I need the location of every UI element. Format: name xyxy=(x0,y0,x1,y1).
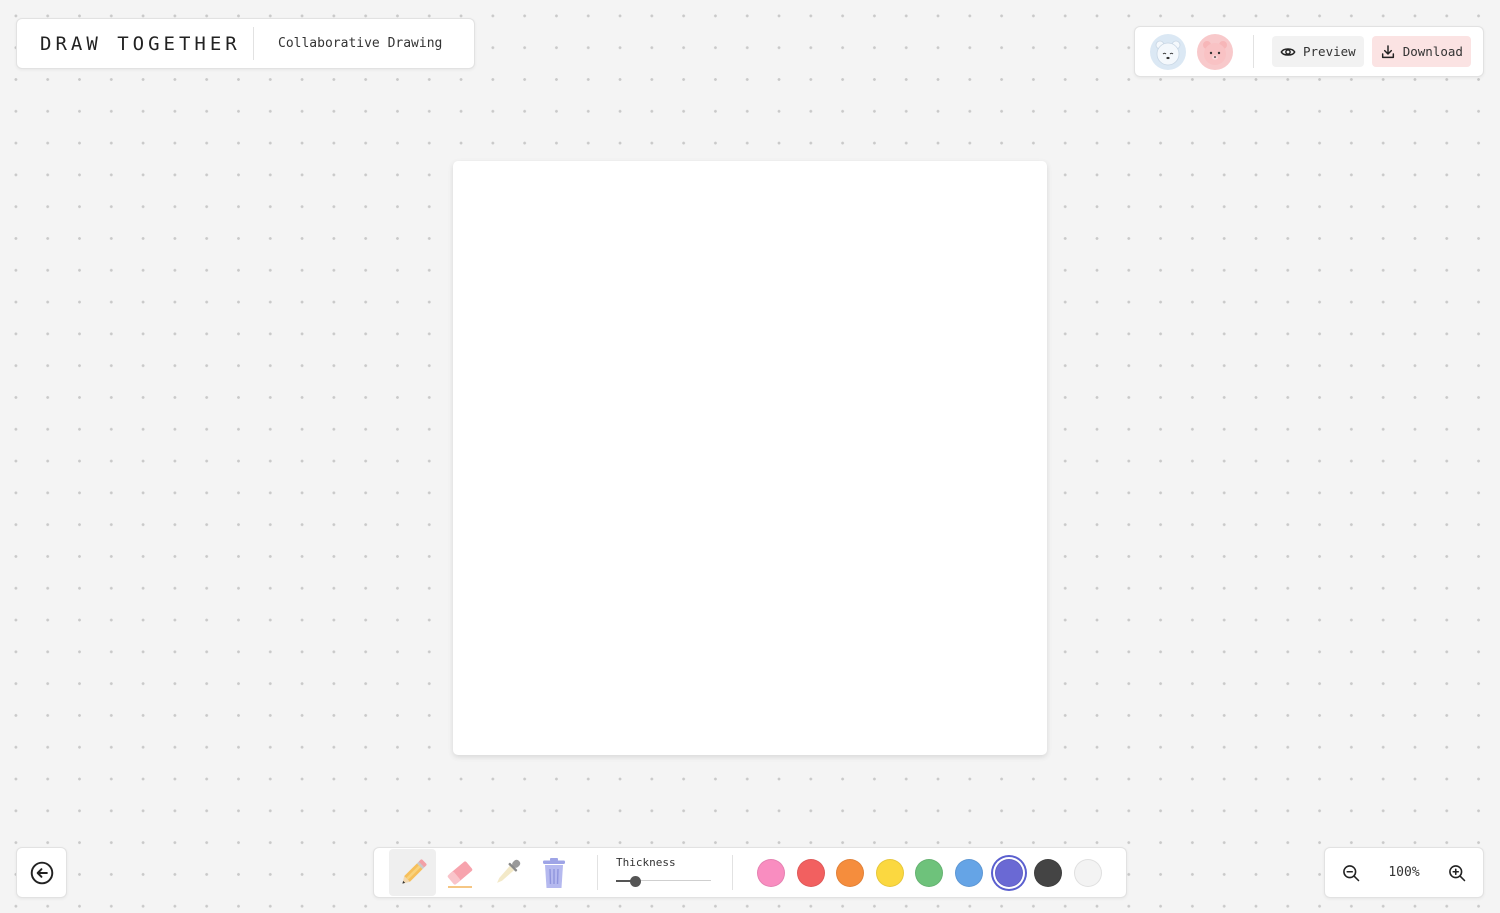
color-swatch[interactable] xyxy=(875,858,904,887)
pink-bear-icon xyxy=(1203,40,1227,65)
app-title: DRAW TOGETHER xyxy=(40,32,241,55)
pink-bear-avatar[interactable] xyxy=(1197,33,1233,70)
color-swatch[interactable] xyxy=(796,858,825,887)
pencil-icon xyxy=(401,858,427,884)
zoom-panel: 100% xyxy=(1324,847,1484,898)
trash-icon xyxy=(542,857,565,888)
divider xyxy=(732,855,733,890)
eye-icon xyxy=(1280,47,1296,56)
back-button[interactable] xyxy=(16,847,67,898)
preview-button[interactable]: Preview xyxy=(1272,36,1364,67)
zoom-in-button[interactable] xyxy=(1446,862,1468,884)
arrow-left-circle-icon xyxy=(30,861,53,884)
divider xyxy=(1253,35,1254,68)
thickness-label: Thickness xyxy=(616,856,676,869)
zoom-level: 100% xyxy=(1388,865,1420,880)
divider xyxy=(597,855,598,890)
color-swatch[interactable] xyxy=(1034,858,1063,887)
color-swatch[interactable] xyxy=(836,858,865,887)
zoom-out-icon xyxy=(1343,864,1360,881)
preview-label: Preview xyxy=(1303,44,1356,59)
polar-bear-icon xyxy=(1155,40,1181,65)
color-swatch[interactable] xyxy=(994,858,1023,887)
eraser-icon xyxy=(447,861,472,888)
thickness-thumb[interactable] xyxy=(630,876,641,887)
eyedropper-icon xyxy=(496,859,520,883)
thickness-slider[interactable] xyxy=(616,876,711,887)
app-subtitle: Collaborative Drawing xyxy=(278,36,443,51)
zoom-out-button[interactable] xyxy=(1340,862,1362,884)
eraser-tool[interactable] xyxy=(436,849,483,896)
download-button[interactable]: Download xyxy=(1371,36,1471,67)
color-swatch[interactable] xyxy=(915,858,944,887)
color-swatch[interactable] xyxy=(757,858,785,887)
title-panel: DRAW TOGETHER Collaborative Drawing xyxy=(16,18,475,69)
thickness-control: Thickness xyxy=(616,856,716,887)
polar-bear-avatar[interactable] xyxy=(1150,33,1186,70)
trash-tool[interactable] xyxy=(530,849,577,896)
zoom-in-icon xyxy=(1449,864,1466,881)
color-swatch[interactable] xyxy=(954,858,983,887)
eyedropper-tool[interactable] xyxy=(483,849,530,896)
color-swatch[interactable] xyxy=(1073,858,1102,887)
top-right-panel: Preview Download xyxy=(1134,26,1484,77)
download-icon xyxy=(1381,44,1394,58)
drawing-canvas[interactable] xyxy=(453,161,1047,755)
divider xyxy=(253,27,254,60)
color-palette xyxy=(757,858,1113,887)
pencil-tool[interactable] xyxy=(389,849,436,896)
toolbar: Thickness xyxy=(373,847,1127,898)
download-label: Download xyxy=(1402,44,1463,59)
